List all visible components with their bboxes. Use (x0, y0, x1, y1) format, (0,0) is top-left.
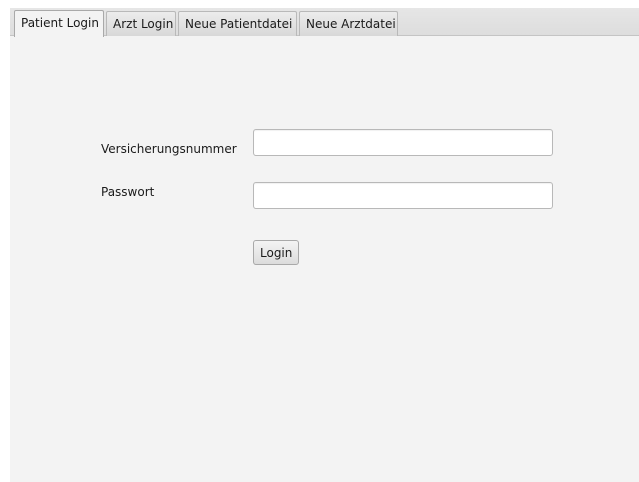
tab-bar: Patient Login Arzt Login Neue Patientdat… (10, 8, 639, 37)
tab-arzt-login[interactable]: Arzt Login (106, 11, 176, 36)
password-label: Passwort (101, 185, 155, 199)
insurance-number-label: Versicherungsnummer (101, 142, 237, 156)
tab-patient-login[interactable]: Patient Login (14, 10, 104, 37)
login-button[interactable]: Login (253, 240, 300, 265)
tab-neue-arztdatei[interactable]: Neue Arztdatei (299, 11, 398, 36)
password-field[interactable] (253, 182, 553, 209)
login-form-panel: Versicherungsnummer Passwort Login (10, 36, 639, 482)
app-window: Patient Login Arzt Login Neue Patientdat… (10, 8, 639, 482)
tab-neue-patientdatei[interactable]: Neue Patientdatei (178, 11, 297, 36)
insurance-number-field[interactable] (253, 129, 553, 156)
